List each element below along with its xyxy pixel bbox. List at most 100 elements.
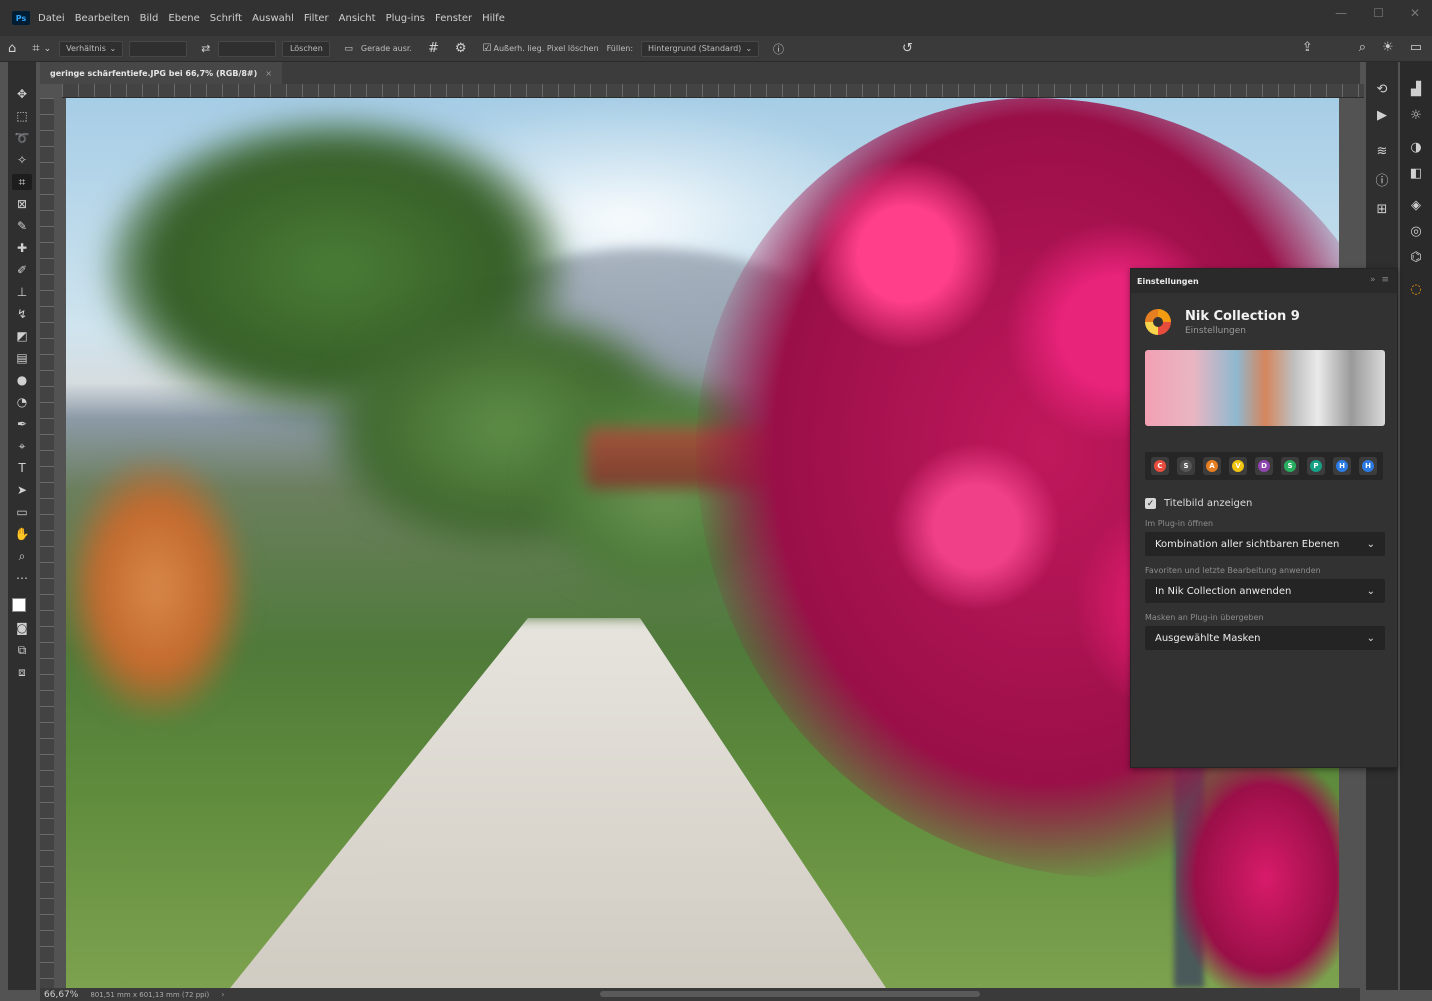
delete-cropped-pixels-label[interactable]: Außerh. lieg. Pixel löschen (494, 44, 599, 53)
menu-auswahl[interactable]: Auswahl (252, 13, 294, 24)
zoom-level[interactable]: 66,67% (44, 990, 78, 1000)
more-tools-icon[interactable]: ⋯ (12, 570, 32, 586)
brush-tool-icon[interactable]: ✐ (12, 262, 32, 278)
gear-icon[interactable]: ⚙ (455, 41, 467, 56)
favorites-select[interactable]: In Nik Collection anwenden ⌄ (1145, 579, 1385, 603)
pen-tool-icon[interactable]: ✒ (12, 416, 32, 432)
channels-icon[interactable]: ◎ (1406, 224, 1426, 240)
menu-bearbeiten[interactable]: Bearbeiten (75, 13, 130, 24)
lasso-tool-icon[interactable]: ➰ (12, 130, 32, 146)
chevron-down-icon[interactable]: ⌄ (44, 44, 52, 54)
eraser-tool-icon[interactable]: ◩ (12, 328, 32, 344)
healing-brush-tool-icon[interactable]: ✚ (12, 240, 32, 256)
fill-select[interactable]: Hintergrund (Standard) ⌄ (641, 40, 760, 57)
hand-tool-icon[interactable]: ✋ (12, 526, 32, 542)
histogram-icon[interactable]: ▟ (1406, 82, 1426, 98)
color-icon[interactable]: ◑ (1406, 140, 1426, 156)
show-title-image-checkbox[interactable]: ✓ (1145, 498, 1156, 509)
menu-schrift[interactable]: Schrift (210, 13, 242, 24)
magic-wand-tool-icon[interactable]: ✧ (12, 152, 32, 168)
eyedropper-tool-icon[interactable]: ✎ (12, 218, 32, 234)
path-selection-tool-icon[interactable]: ➤ (12, 482, 32, 498)
paths-icon[interactable]: ⌬ (1406, 250, 1426, 266)
close-tab-icon[interactable]: × (265, 69, 272, 78)
close-icon[interactable]: ✕ (1410, 6, 1420, 20)
horizontal-scrollbar[interactable] (600, 991, 980, 997)
show-title-image-row[interactable]: ✓ Titelbild anzeigen (1145, 498, 1383, 509)
plugin-button-3[interactable]: V (1229, 457, 1247, 475)
straighten-icon[interactable]: ▭ (344, 44, 353, 54)
pen-tool-2-icon[interactable]: ⌖ (12, 438, 32, 454)
plugin-button-8[interactable]: H (1359, 457, 1377, 475)
menu-icon[interactable]: ≡ (1381, 275, 1389, 285)
grid-overlay-icon[interactable]: # (428, 41, 439, 56)
straighten-label[interactable]: Gerade ausr. (361, 44, 412, 53)
menu-hilfe[interactable]: Hilfe (482, 13, 505, 24)
ratio-select[interactable]: Verhältnis ⌄ (59, 40, 124, 57)
vertical-ruler[interactable] (40, 98, 54, 988)
dodge-tool-icon[interactable]: ◔ (12, 394, 32, 410)
plugin-button-1[interactable]: S (1177, 457, 1195, 475)
open-in-plugin-select[interactable]: Kombination aller sichtbaren Ebenen ⌄ (1145, 532, 1385, 556)
panel-tab-einstellungen[interactable]: Einstellungen (1137, 277, 1199, 286)
height-input[interactable] (218, 40, 277, 57)
layers-icon[interactable]: ◈ (1406, 198, 1426, 214)
color-swatches[interactable] (12, 592, 32, 614)
nik-collection-icon[interactable]: ◌ (1406, 282, 1426, 298)
blur-tool-icon[interactable]: ● (12, 372, 32, 388)
properties-icon[interactable]: ⊞ (1372, 202, 1392, 218)
plugin-button-2[interactable]: A (1203, 457, 1221, 475)
menu-ebene[interactable]: Ebene (168, 13, 199, 24)
home-icon[interactable]: ⌂ (8, 41, 16, 56)
collapse-icon[interactable]: » (1370, 275, 1376, 285)
swatches-icon[interactable]: ◧ (1406, 166, 1426, 182)
horizontal-ruler[interactable] (62, 84, 1364, 98)
menu-filter[interactable]: Filter (304, 13, 329, 24)
quick-mask-icon[interactable]: ◙ (12, 620, 32, 636)
plugin-button-0[interactable]: C (1151, 457, 1169, 475)
crop-tool-icon[interactable]: ⌗ (32, 41, 39, 56)
edit-toolbar-icon[interactable]: ⧈ (12, 664, 32, 680)
plugin-button-6[interactable]: P (1307, 457, 1325, 475)
frame-tool-icon[interactable]: ⊠ (12, 196, 32, 212)
zoom-tool-icon[interactable]: ⌕ (12, 548, 32, 564)
foreground-color-swatch[interactable] (12, 598, 26, 612)
plugin-button-5[interactable]: S (1281, 457, 1299, 475)
crop-tool-icon[interactable]: ⌗ (12, 174, 32, 190)
menu-datei[interactable]: Datei (38, 13, 65, 24)
menu-bild[interactable]: Bild (140, 13, 159, 24)
light-icon[interactable]: ☀ (1382, 40, 1394, 55)
share-icon[interactable]: ⇪ (1302, 40, 1313, 55)
history-brush-tool-icon[interactable]: ↯ (12, 306, 32, 322)
history-icon[interactable]: ⟲ (1372, 82, 1392, 98)
chevron-right-icon[interactable]: › (221, 990, 224, 999)
type-tool-icon[interactable]: T (12, 460, 32, 476)
actions-play-icon[interactable]: ▶ (1372, 108, 1392, 124)
navigator-icon[interactable]: ☼ (1406, 108, 1426, 124)
adjustments-icon[interactable]: ≋ (1372, 144, 1392, 160)
move-tool-icon[interactable]: ✥ (12, 86, 32, 102)
width-input[interactable] (129, 40, 188, 57)
plugin-button-4[interactable]: D (1255, 457, 1273, 475)
info-icon[interactable]: ⓘ (1372, 170, 1392, 189)
checkbox-icon[interactable]: ☑ (483, 43, 492, 54)
swap-icon[interactable]: ⇄ (201, 42, 210, 55)
plugin-button-7[interactable]: H (1333, 457, 1351, 475)
marquee-tool-icon[interactable]: ⬚ (12, 108, 32, 124)
minimize-icon[interactable]: — (1335, 6, 1347, 20)
gradient-tool-icon[interactable]: ▤ (12, 350, 32, 366)
menu-plugins[interactable]: Plug-ins (386, 13, 425, 24)
workspace-icon[interactable]: ▭ (1410, 40, 1422, 55)
rectangle-tool-icon[interactable]: ▭ (12, 504, 32, 520)
screen-mode-icon[interactable]: ⧉ (12, 642, 32, 658)
menu-fenster[interactable]: Fenster (435, 13, 472, 24)
maximize-icon[interactable]: ☐ (1373, 6, 1384, 20)
clear-button[interactable]: Löschen (282, 40, 331, 57)
stamp-tool-icon[interactable]: ⊥ (12, 284, 32, 300)
menu-ansicht[interactable]: Ansicht (339, 13, 376, 24)
reset-icon[interactable]: ↺ (902, 41, 913, 56)
search-icon[interactable]: ⌕ (1359, 40, 1366, 55)
info-icon[interactable]: ⓘ (773, 41, 784, 57)
masks-select[interactable]: Ausgewählte Masken ⌄ (1145, 626, 1385, 650)
document-tab[interactable]: geringe schärfentiefe.JPG bei 66,7% (RGB… (40, 62, 282, 84)
